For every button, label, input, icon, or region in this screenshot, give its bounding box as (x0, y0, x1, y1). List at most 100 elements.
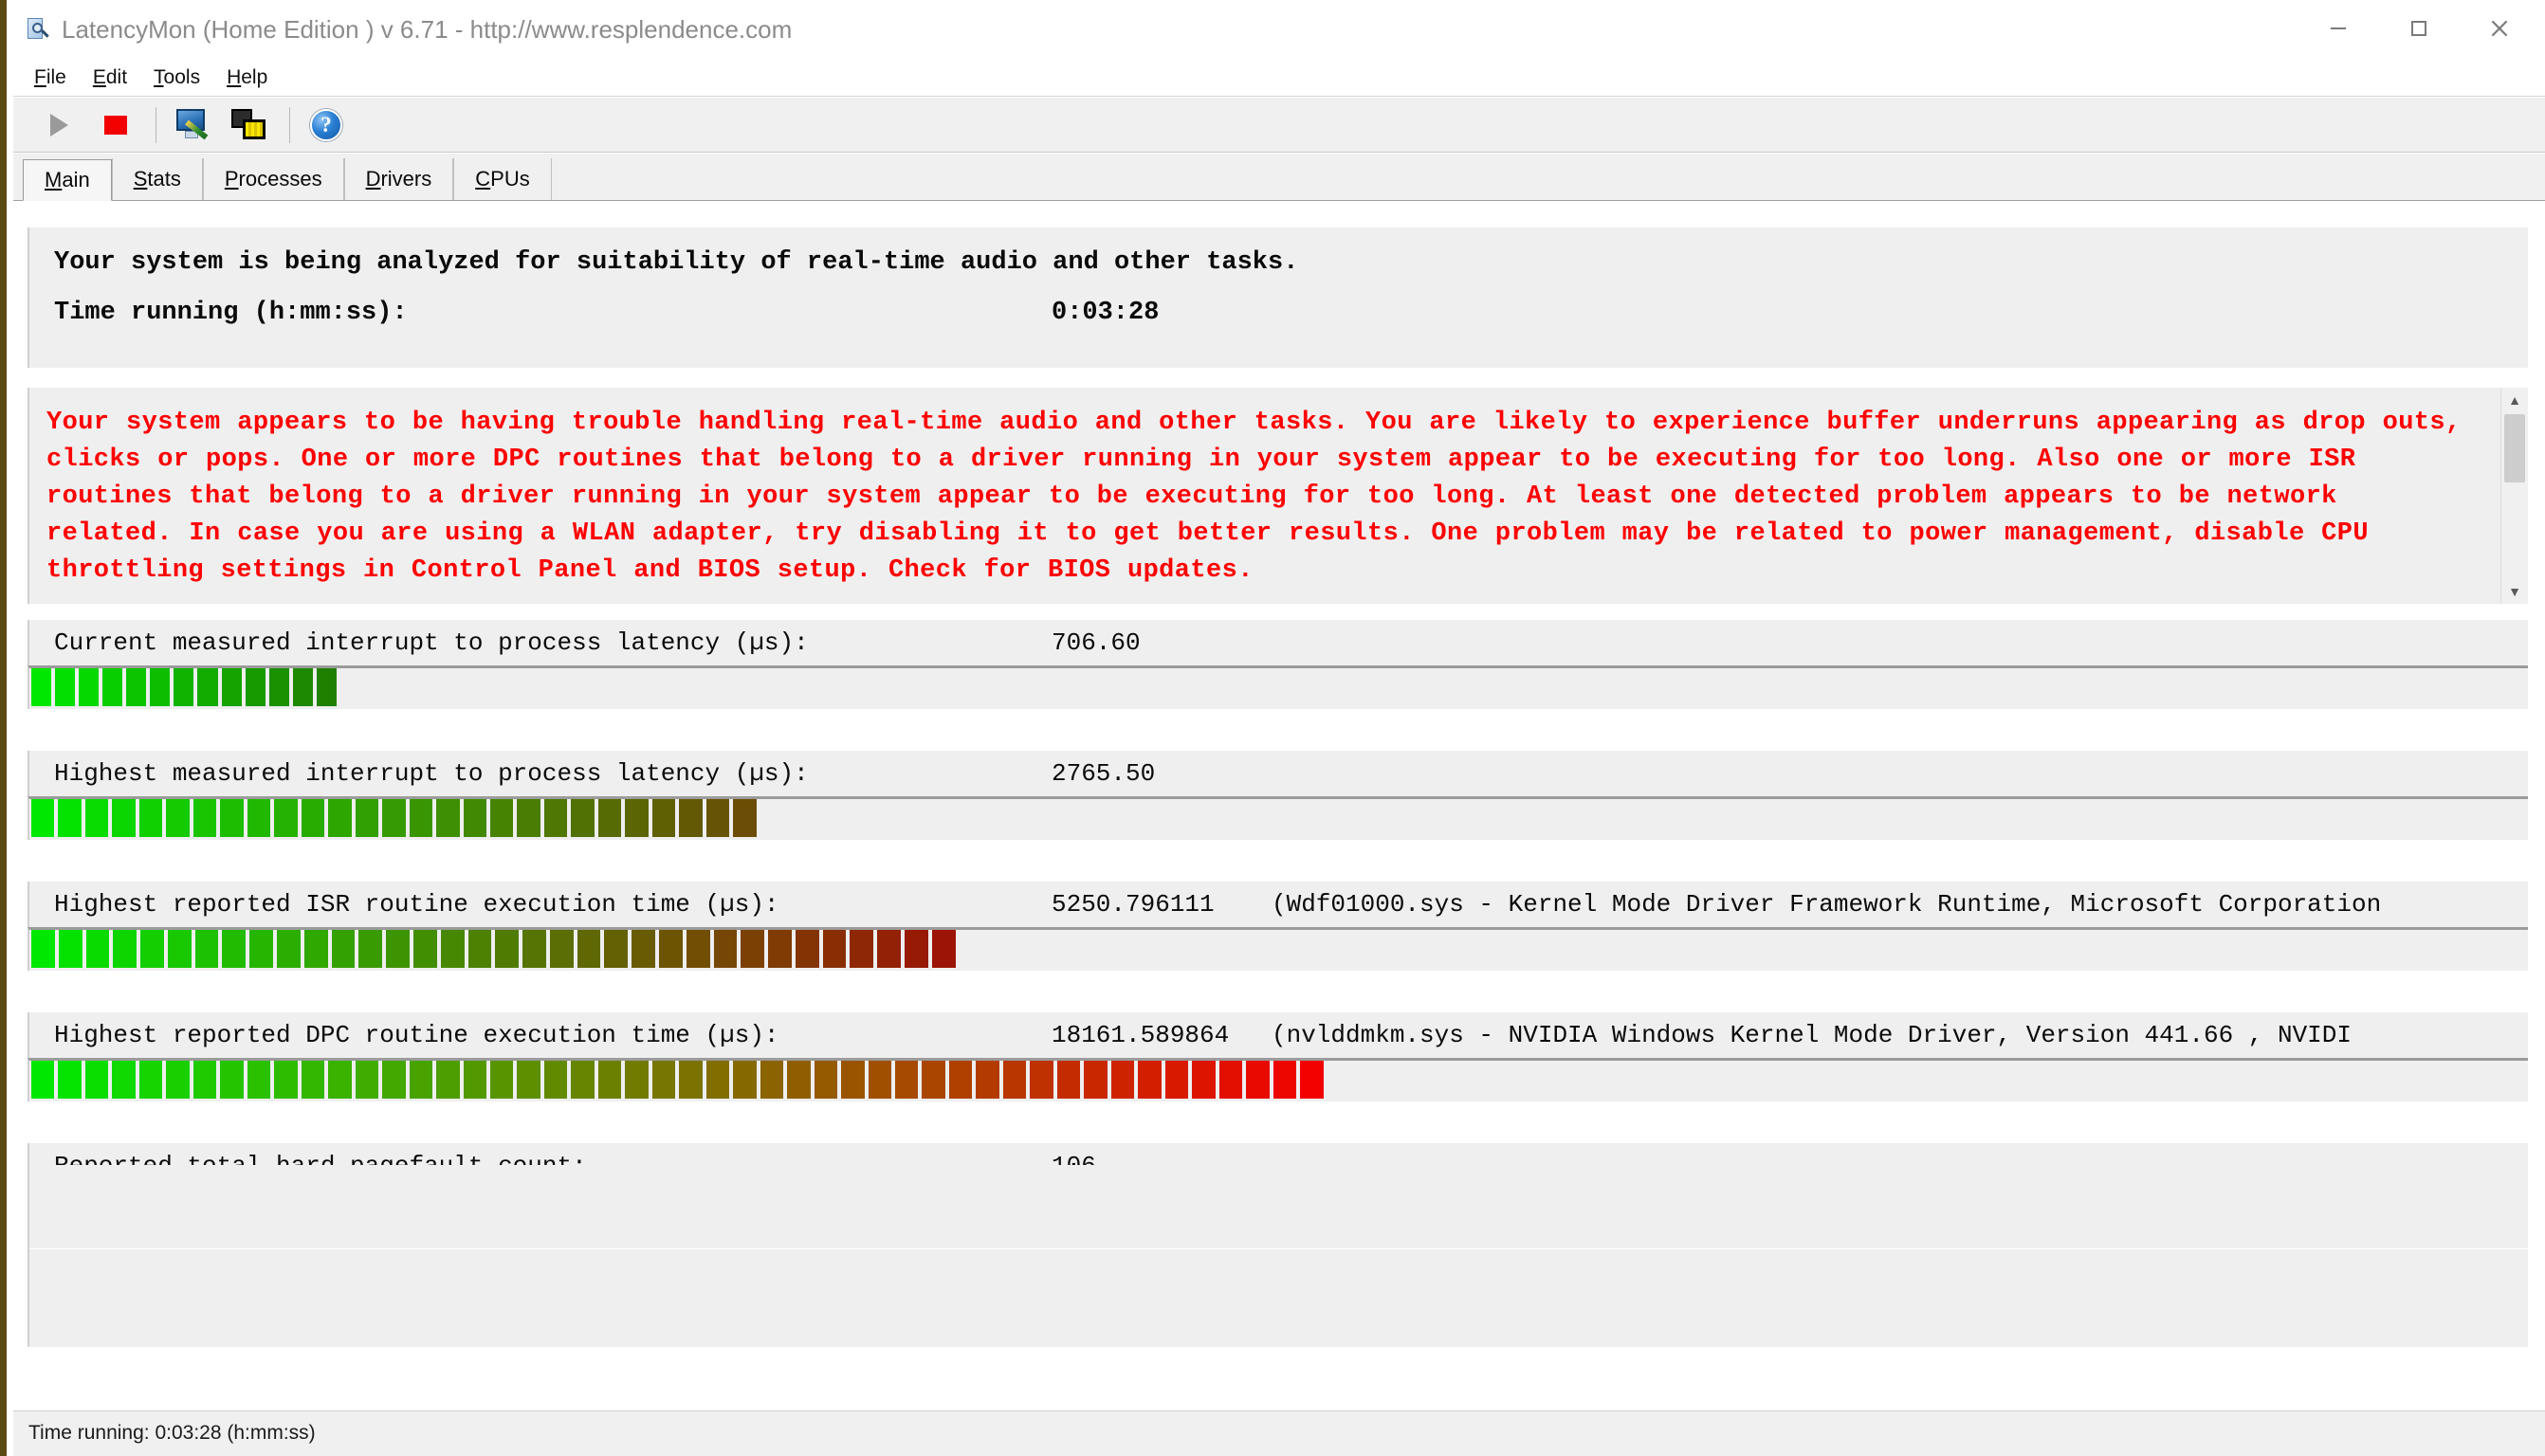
metric-row-highest-isr-routine-execution-time: Highest reported ISR routine execution t… (27, 882, 2528, 971)
bar-segment (55, 668, 76, 706)
bar-segment (463, 1061, 486, 1099)
bar-segment (489, 1061, 514, 1099)
bar-segment (741, 930, 765, 968)
menu-item-file[interactable]: File (34, 66, 66, 89)
bar-segment (522, 930, 546, 968)
scroll-up-icon[interactable]: ▲ (2501, 388, 2528, 412)
current-interrupt-to-process-latency-value: 706.60 (1052, 628, 1141, 657)
bar-segment (787, 1061, 811, 1099)
bar-segment (316, 668, 337, 706)
tab-cpus-mnemonic: C (475, 167, 491, 191)
highest-interrupt-to-process-latency-bar-fill (31, 799, 760, 837)
start-monitoring-button[interactable] (34, 102, 83, 148)
warning-message-panel: Your system appears to be having trouble… (27, 388, 2528, 604)
stop-monitoring-button[interactable] (91, 102, 140, 148)
maximize-icon (2408, 17, 2430, 40)
highest-dpc-routine-execution-time-value: 18161.589864 (1052, 1021, 1230, 1049)
menu-help-rest: elp (241, 65, 268, 88)
tab-main-label: ain (62, 168, 90, 191)
tab-drivers-label: rivers (380, 167, 432, 191)
bar-segment (1192, 1061, 1216, 1099)
analysis-status-text: Your system is being analyzed for suitab… (54, 248, 1299, 277)
highest-isr-routine-execution-time-driver-detail: (Wdf01000.sys - Kernel Mode Driver Frame… (1272, 890, 2382, 919)
bar-segment (768, 930, 792, 968)
bar-segment (79, 668, 100, 706)
bar-segment (467, 930, 492, 968)
menu-file-rest: ile (46, 65, 66, 88)
bar-segment (795, 930, 819, 968)
bar-segment (249, 930, 274, 968)
bar-segment (1164, 1061, 1189, 1099)
close-button[interactable] (2459, 0, 2539, 57)
bar-segment (192, 1061, 217, 1099)
bar-segment (301, 1061, 325, 1099)
bar-segment (679, 1061, 703, 1099)
metric-row-highest-interrupt-to-process-latency: Highest measured interrupt to process la… (27, 751, 2528, 840)
help-button[interactable]: ? (302, 102, 351, 148)
bar-segment (1030, 1061, 1053, 1099)
tab-drivers[interactable]: Drivers (343, 158, 454, 200)
menu-bar: File Edit Tools Help (13, 59, 2545, 97)
bar-segment (686, 930, 710, 968)
highest-dpc-routine-execution-time-label: Highest reported DPC routine execution t… (54, 1021, 779, 1049)
bar-segment (814, 1061, 838, 1099)
menu-item-edit[interactable]: Edit (93, 66, 127, 89)
latencymon-window: LatencyMon (Home Edition ) v 6.71 - http… (0, 0, 2545, 1456)
menu-item-tools[interactable]: Tools (154, 66, 200, 89)
bar-segment (1272, 1061, 1297, 1099)
bar-segment (922, 1061, 945, 1099)
bar-segment (1056, 1061, 1081, 1099)
bar-segment (197, 668, 218, 706)
bar-segment (489, 799, 514, 837)
window-title: LatencyMon (Home Edition ) v 6.71 - http… (62, 14, 793, 44)
bar-segment (386, 930, 410, 968)
bar-segment (412, 930, 437, 968)
bar-segment (543, 1061, 568, 1099)
bar-segment (1110, 1061, 1135, 1099)
tab-processes-label: rocesses (238, 167, 322, 191)
help-circle-icon: ? (310, 108, 342, 141)
bar-segment (679, 799, 703, 837)
bar-segment (328, 1061, 352, 1099)
copy-report-button[interactable] (225, 102, 274, 148)
bar-segment (222, 930, 247, 968)
system-info-button[interactable] (168, 102, 217, 148)
bar-segment (543, 799, 568, 837)
bar-segment (112, 799, 136, 837)
bar-segment (113, 930, 137, 968)
maximize-button[interactable] (2378, 0, 2459, 57)
bar-segment (268, 668, 289, 706)
bar-segment (1246, 1061, 1270, 1099)
metric-text-line: Current measured interrupt to process la… (27, 620, 2528, 665)
menu-item-help[interactable]: Help (227, 66, 267, 89)
scroll-down-icon[interactable]: ▼ (2501, 579, 2528, 604)
bar-segment (1002, 1061, 1027, 1099)
bar-segment (733, 1061, 757, 1099)
minimize-button[interactable] (2298, 0, 2378, 57)
warning-scrollbar[interactable]: ▲ ▼ (2500, 388, 2528, 604)
tab-stats[interactable]: Stats (111, 158, 203, 200)
warning-scrollbar-thumb[interactable] (2504, 414, 2525, 482)
highest-isr-routine-execution-time-label: Highest reported ISR routine execution t… (54, 890, 779, 919)
bar-segment (651, 1061, 676, 1099)
bar-segment (571, 1061, 595, 1099)
tab-bar: Main Stats Processes Drivers C PUs (13, 154, 2545, 201)
bar-segment (58, 930, 82, 968)
bar-segment (31, 799, 55, 837)
empty-panel (27, 1165, 2528, 1347)
menu-file-mnemonic: F (34, 65, 46, 88)
tab-cpus[interactable]: C PUs (453, 158, 552, 200)
tab-main[interactable]: Main (23, 159, 112, 201)
bar-segment (112, 1061, 136, 1099)
bar-segment (85, 930, 110, 968)
tab-main-mnemonic: M (45, 168, 63, 191)
metric-text-line: Highest measured interrupt to process la… (27, 751, 2528, 796)
minimize-icon (2327, 17, 2350, 40)
bar-segment (303, 930, 328, 968)
bar-segment (905, 930, 928, 968)
tab-processes[interactable]: Processes (202, 158, 344, 200)
bar-segment (625, 799, 649, 837)
bar-segment (277, 930, 301, 968)
menu-tools-rest: ools (163, 65, 201, 88)
latencymon-app-icon (26, 17, 50, 42)
